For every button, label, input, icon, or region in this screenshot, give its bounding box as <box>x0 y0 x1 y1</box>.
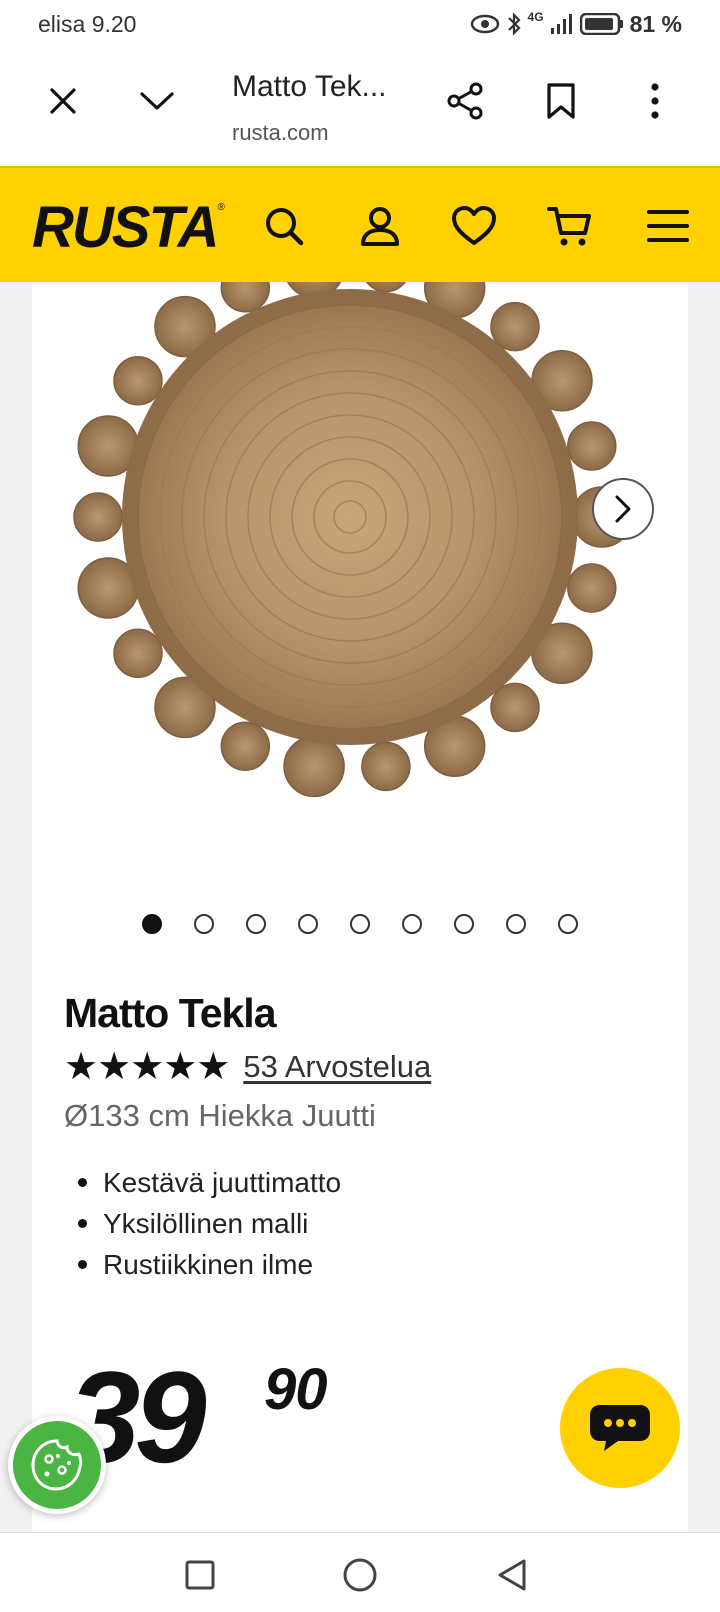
rug-border-circle <box>567 421 617 471</box>
rug-border-circle <box>361 741 411 792</box>
status-icons: 4G 81 % <box>470 10 682 38</box>
battery-percent: 81 % <box>629 10 682 37</box>
product-image <box>73 282 633 798</box>
bookmark-icon <box>547 83 575 119</box>
bluetooth-icon <box>507 12 521 36</box>
account-button[interactable] <box>352 198 408 254</box>
menu-icon <box>647 210 689 242</box>
product-card: Matto Tekla ★★★★★ 53 Arvostelua Ø133 cm … <box>32 282 688 1532</box>
cookie-icon <box>31 1439 83 1491</box>
eye-icon <box>470 14 499 34</box>
gallery-pagination <box>32 914 688 934</box>
battery-icon <box>579 13 623 35</box>
circle-icon <box>343 1558 377 1592</box>
square-icon <box>185 1560 215 1590</box>
chevron-right-icon <box>615 495 631 523</box>
cookie-settings-button[interactable] <box>8 1416 106 1514</box>
rug-border-circle <box>490 682 540 733</box>
share-button[interactable] <box>440 76 490 126</box>
more-options-button[interactable] <box>630 76 680 126</box>
search-button[interactable] <box>256 198 312 254</box>
recents-button[interactable] <box>178 1553 222 1597</box>
gallery-dot[interactable] <box>350 914 370 934</box>
gallery-dot[interactable] <box>506 914 526 934</box>
site-header: RUSTA® <box>0 166 720 282</box>
list-item: Rustiikkinen ilme <box>64 1244 341 1285</box>
gallery-dot[interactable] <box>142 914 162 934</box>
wishlist-button[interactable] <box>446 198 502 254</box>
next-image-button[interactable] <box>592 478 654 540</box>
product-variant: Ø133 cm Hiekka Juutti <box>64 1098 376 1133</box>
rug-border-circle <box>283 735 345 798</box>
rating-row: ★★★★★ 53 Arvostelua <box>64 1044 431 1089</box>
chat-bubble-icon <box>590 1405 650 1451</box>
browser-toolbar: Matto Tek... rusta.com <box>0 48 720 166</box>
share-icon <box>447 82 483 120</box>
rug-border-circle <box>567 563 617 613</box>
status-bar: elisa 9.20 4G 81 % <box>0 0 720 48</box>
product-title: Matto Tekla <box>64 990 276 1036</box>
search-icon <box>266 208 304 246</box>
back-button[interactable] <box>490 1553 534 1597</box>
close-icon <box>50 88 76 114</box>
chat-button[interactable] <box>560 1368 680 1488</box>
product-gallery[interactable] <box>32 282 688 842</box>
page-tab-title[interactable]: Matto Tek... <box>232 70 422 104</box>
heart-icon <box>452 206 496 245</box>
cart-icon <box>547 207 591 246</box>
rug-border-circle <box>113 356 163 406</box>
chevron-down-icon <box>140 92 174 110</box>
gallery-dot[interactable] <box>402 914 422 934</box>
more-vert-icon <box>651 83 659 119</box>
rug-border-circle <box>490 301 540 352</box>
account-icon <box>361 207 399 246</box>
expand-button[interactable] <box>132 76 182 126</box>
feature-list: Kestävä juuttimatto Yksilöllinen malli R… <box>64 1162 341 1285</box>
triangle-back-icon <box>498 1559 526 1591</box>
page-domain[interactable]: rusta.com <box>232 120 329 146</box>
logo-text: RUSTA <box>32 195 219 260</box>
gallery-dot[interactable] <box>246 914 266 934</box>
cart-button[interactable] <box>542 198 598 254</box>
star-rating: ★★★★★ <box>64 1046 230 1088</box>
gallery-dot[interactable] <box>558 914 578 934</box>
gallery-dot[interactable] <box>454 914 474 934</box>
close-tab-button[interactable] <box>38 76 88 126</box>
price-cents: 90 <box>264 1357 328 1422</box>
rug-border-circle <box>113 628 163 678</box>
rug-border-circle <box>220 721 271 771</box>
logo-registered-mark: ® <box>217 202 225 213</box>
network-label: 4G <box>527 10 544 24</box>
reviews-link[interactable]: 53 Arvostelua <box>243 1049 431 1085</box>
gallery-dot[interactable] <box>298 914 318 934</box>
menu-button[interactable] <box>640 198 696 254</box>
list-item: Kestävä juuttimatto <box>64 1162 341 1203</box>
home-button[interactable] <box>338 1553 382 1597</box>
signal-icon <box>550 14 572 34</box>
system-navigation-bar <box>0 1532 720 1612</box>
carrier-time: elisa 9.20 <box>38 10 137 37</box>
gallery-dot[interactable] <box>194 914 214 934</box>
list-item: Yksilöllinen malli <box>64 1203 341 1244</box>
rusta-logo[interactable]: RUSTA® <box>32 194 225 261</box>
rug-border-circle <box>73 492 123 542</box>
bookmark-button[interactable] <box>536 76 586 126</box>
